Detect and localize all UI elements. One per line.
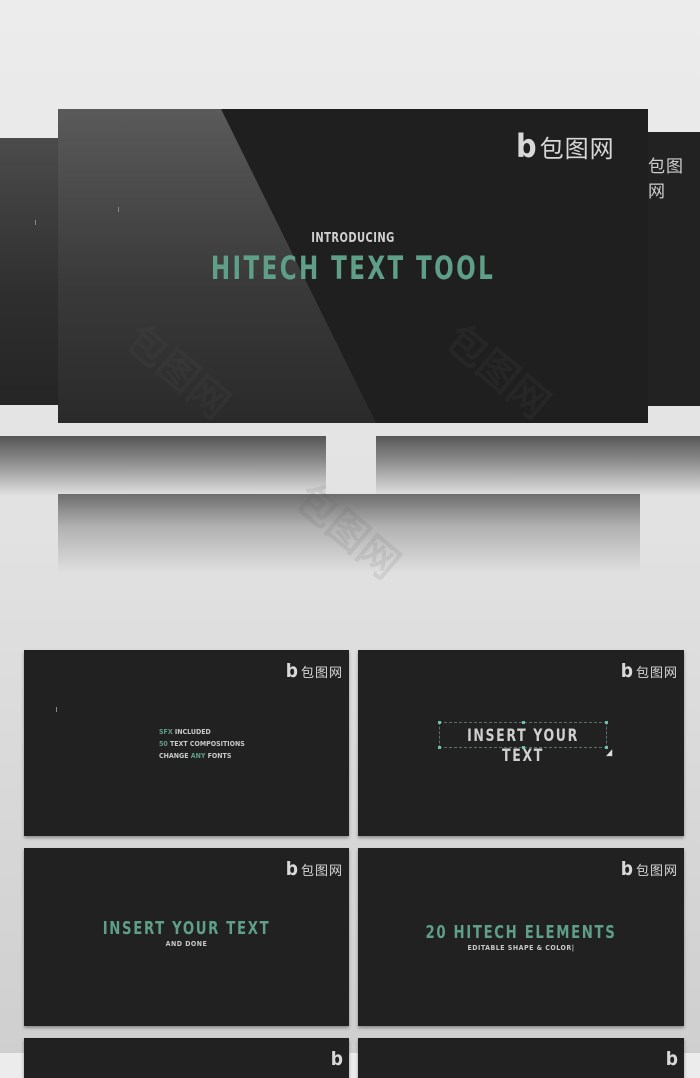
logo-icon: b — [620, 660, 633, 682]
logo-text: 包图网 — [635, 863, 678, 879]
logo-icon: b — [285, 858, 298, 880]
brand-logo: b 包图网 — [621, 858, 678, 880]
logo-icon: b — [665, 1048, 678, 1070]
preview-panel-partial[interactable]: b — [24, 1038, 349, 1078]
logo-text: 包图网 — [648, 157, 684, 202]
preview-panel-features[interactable]: b 包图网 SFX INCLUDED 50 TEXT COMPOSITIONS … — [24, 650, 349, 836]
hero-title: HITECH TEXT TOOL — [210, 249, 496, 287]
hero-slide: b 包图网 INTRODUCING HITECH TEXT TOOL — [58, 109, 648, 423]
preview-panel-partial[interactable]: b — [358, 1038, 684, 1078]
logo-icon: b — [285, 660, 298, 682]
particle — [35, 220, 36, 225]
resize-handle[interactable] — [438, 721, 441, 724]
feature-line: CHANGE ANY FONTS — [159, 752, 232, 760]
back-slide-left — [0, 138, 58, 405]
brand-logo: b — [331, 1048, 343, 1070]
watermark-logo: 包图网 — [648, 152, 700, 202]
cursor-icon: ◢ — [606, 748, 613, 758]
hero-kicker: INTRODUCING — [311, 231, 395, 246]
feature-list: SFX INCLUDED 50 TEXT COMPOSITIONS CHANGE… — [159, 726, 349, 762]
brand-logo: b 包图网 — [516, 127, 615, 165]
resize-handle[interactable] — [522, 721, 525, 724]
resize-handle[interactable] — [605, 721, 608, 724]
logo-text: 包图网 — [300, 863, 343, 879]
feature-line: 50 TEXT COMPOSITIONS — [159, 740, 245, 748]
logo-icon: b — [516, 127, 537, 165]
brand-logo: b 包图网 — [621, 660, 678, 682]
editable-text[interactable]: INSERT YOUR TEXT — [455, 726, 591, 766]
logo-icon: b — [330, 1048, 343, 1070]
text-selection-box[interactable]: INSERT YOUR TEXT — [438, 721, 608, 766]
back-slide-right: 包图网 — [648, 132, 700, 406]
logo-text: 包图网 — [539, 134, 615, 163]
reflection-shadow-center — [58, 494, 640, 574]
panel-title: INSERT YOUR TEXT — [102, 918, 271, 939]
brand-logo: b 包图网 — [286, 858, 343, 880]
logo-icon: b — [620, 858, 633, 880]
reflection-shadow-right — [376, 436, 700, 496]
brand-logo: b — [666, 1048, 678, 1070]
preview-panel-and-done[interactable]: b 包图网 INSERT YOUR TEXT AND DONE — [24, 848, 349, 1026]
brand-logo: b 包图网 — [286, 660, 343, 682]
particle — [118, 207, 119, 212]
reflection-shadow-left — [0, 436, 326, 496]
panel-subtitle: AND DONE — [165, 940, 208, 948]
preview-panel-elements[interactable]: b 包图网 20 HITECH ELEMENTS EDITABLE SHAPE … — [358, 848, 684, 1026]
logo-text: 包图网 — [300, 665, 343, 681]
logo-text: 包图网 — [635, 665, 678, 681]
panel-subtitle: EDITABLE SHAPE & COLOR| — [467, 944, 575, 952]
preview-panel-insert-text[interactable]: b 包图网 INSERT YOUR TEXT ◢ — [358, 650, 684, 836]
particle — [56, 707, 57, 712]
panel-title: 20 HITECH ELEMENTS — [425, 922, 617, 943]
resize-handle[interactable] — [438, 746, 441, 749]
feature-line: SFX INCLUDED — [159, 728, 211, 736]
